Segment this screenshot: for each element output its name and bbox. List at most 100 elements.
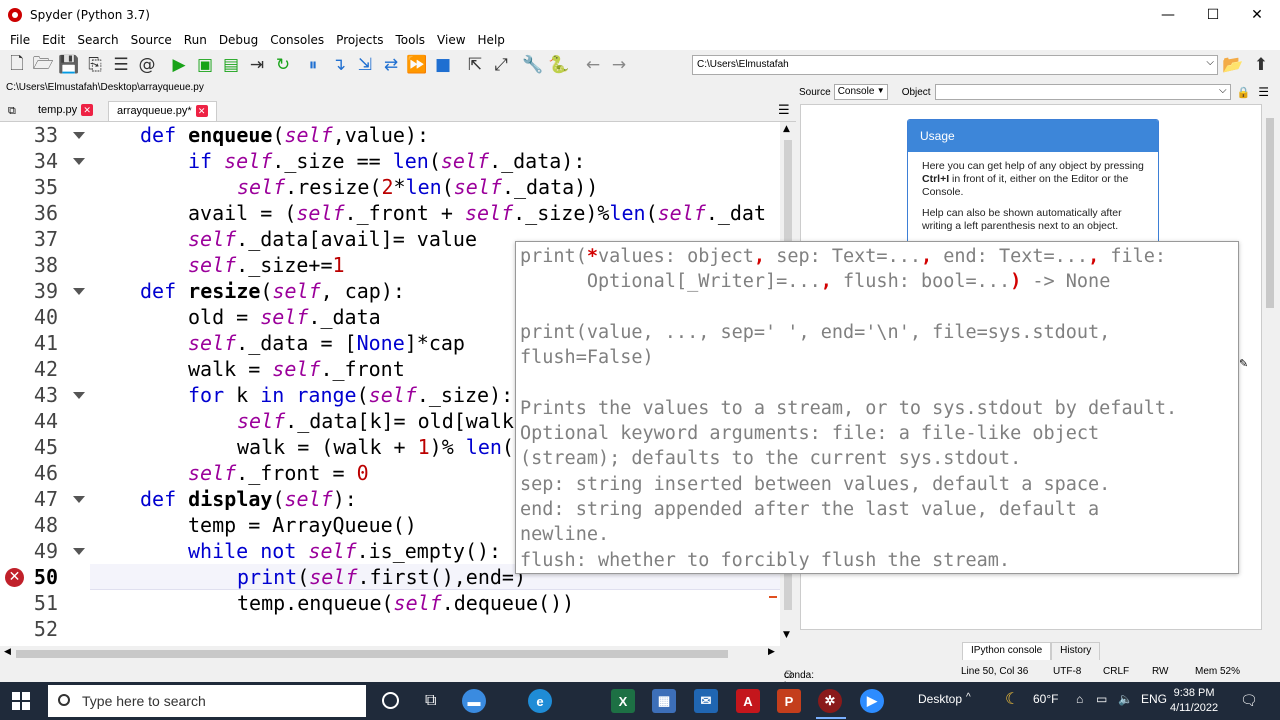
save-all-icon[interactable]: ⎘ <box>82 52 108 78</box>
stop-icon[interactable]: ■ <box>430 52 456 78</box>
run-icon[interactable]: ▶ <box>166 52 192 78</box>
menu-consoles[interactable]: Consoles <box>264 33 330 47</box>
fold-arrow-icon[interactable] <box>73 158 85 165</box>
mail-icon[interactable]: ✉ <box>694 689 718 713</box>
new-file-icon[interactable]: 🗋 <box>4 52 30 78</box>
help-options-menu-icon[interactable]: ☰ <box>1258 85 1269 99</box>
open-folder-icon[interactable]: 🗁 <box>30 52 56 78</box>
code-token: len <box>405 175 442 199</box>
forward-arrow-icon[interactable]: → <box>606 52 632 78</box>
fullscreen-icon[interactable]: ⤢ <box>488 52 514 78</box>
menu-debug[interactable]: Debug <box>213 33 264 47</box>
tab-temp-py[interactable]: temp.py ✕ <box>30 101 101 121</box>
fold-arrow-icon[interactable] <box>73 496 85 503</box>
fold-arrow-icon[interactable] <box>73 132 85 139</box>
menu-source[interactable]: Source <box>125 33 178 47</box>
close-button[interactable]: ✕ <box>1235 0 1279 30</box>
preferences-wrench-icon[interactable]: 🔧 <box>520 52 546 78</box>
chevron-up-icon[interactable]: ^ <box>966 692 971 703</box>
menu-help[interactable]: Help <box>472 33 511 47</box>
scroll-thumb[interactable] <box>16 650 728 658</box>
code-token: self <box>260 305 309 329</box>
scroll-right-icon[interactable]: ▶ <box>768 647 775 657</box>
lock-icon[interactable]: 🔒 <box>1237 86 1251 99</box>
scroll-thumb[interactable] <box>1266 118 1274 308</box>
scroll-up-icon[interactable]: ▲ <box>783 124 790 134</box>
chevron-down-icon[interactable]: ⌵ <box>1219 85 1227 96</box>
menu-file[interactable]: File <box>4 33 36 47</box>
step-return-icon[interactable]: ⇄ <box>378 52 404 78</box>
scroll-left-icon[interactable]: ◀ <box>4 647 11 657</box>
menu-run[interactable]: Run <box>178 33 213 47</box>
store-icon[interactable]: ▦ <box>652 689 676 713</box>
run-cell-advance-icon[interactable]: ▤ <box>218 52 244 78</box>
tab-arrayqueue-py[interactable]: arrayqueue.py* ✕ <box>108 101 217 121</box>
tab-history[interactable]: History <box>1051 642 1101 660</box>
calltip-doc-line: newline. <box>520 524 610 546</box>
step-into-icon[interactable]: ⇲ <box>352 52 378 78</box>
debug-icon[interactable]: ⏸ <box>300 52 326 78</box>
help-scrollbar[interactable] <box>1262 104 1278 630</box>
editor-options-menu-icon[interactable]: ☰ <box>778 103 790 118</box>
chevron-down-icon[interactable]: ⌵ <box>1206 57 1214 68</box>
weather-temp[interactable]: 60°F <box>1033 692 1058 706</box>
edge-browser-icon[interactable]: e <box>528 689 552 713</box>
minimize-button[interactable]: — <box>1146 0 1190 30</box>
windows-start-icon[interactable] <box>12 692 30 710</box>
code-token: len <box>465 435 502 459</box>
language-indicator[interactable]: ENG <box>1141 692 1167 706</box>
menu-projects[interactable]: Projects <box>330 33 389 47</box>
at-icon[interactable]: @ <box>134 52 160 78</box>
step-icon[interactable]: ↴ <box>326 52 352 78</box>
run-cell-icon[interactable]: ▣ <box>192 52 218 78</box>
working-directory-input[interactable]: C:\Users\Elmustafah ⌵ <box>692 55 1218 75</box>
run-selection-icon[interactable]: ⇥ <box>244 52 270 78</box>
volume-icon[interactable]: 🔈 <box>1118 692 1133 706</box>
menu-tools[interactable]: Tools <box>389 33 431 47</box>
close-tab-icon[interactable]: ✕ <box>81 104 94 116</box>
fold-arrow-icon[interactable] <box>73 288 85 295</box>
maximize-button[interactable]: ☐ <box>1191 0 1235 30</box>
continue-icon[interactable]: ⏩ <box>404 52 430 78</box>
editor-horizontal-scrollbar[interactable]: ◀ ▶ <box>0 646 796 662</box>
menu-search[interactable]: Search <box>71 33 124 47</box>
parent-directory-icon[interactable]: ⬆ <box>1248 52 1274 78</box>
python-path-icon[interactable]: 🐍 <box>546 52 572 78</box>
network-icon[interactable]: ⌂ <box>1076 692 1083 706</box>
browse-tabs-icon[interactable]: ⧉ <box>8 104 16 118</box>
close-tab-icon[interactable]: ✕ <box>195 105 208 117</box>
notification-icon[interactable]: 🗨 <box>1240 692 1258 709</box>
menu-edit[interactable]: Edit <box>36 33 71 47</box>
zoom-icon[interactable]: ▶ <box>860 689 884 713</box>
menu-view[interactable]: View <box>431 33 471 47</box>
spyder-taskbar-icon[interactable]: ✲ <box>818 689 842 713</box>
pin-icon[interactable]: ✎ <box>1239 357 1248 370</box>
save-icon[interactable]: 💾 <box>56 52 82 78</box>
source-select[interactable]: Console ▼ <box>833 84 888 100</box>
powerpoint-icon[interactable]: P <box>777 689 801 713</box>
acrobat-icon[interactable]: A <box>736 689 760 713</box>
weather-icon[interactable]: ☾ <box>1005 689 1019 709</box>
file-explorer-icon[interactable]: ▬ <box>462 689 486 713</box>
right-pane-tabs: IPython console History <box>962 642 1101 660</box>
fold-arrow-icon[interactable] <box>73 392 85 399</box>
clock[interactable]: 9:38 PM 4/11/2022 <box>1170 686 1218 716</box>
tab-ipython-console[interactable]: IPython console <box>962 642 1052 660</box>
browse-folder-icon[interactable]: 📂 <box>1220 52 1246 78</box>
cortana-icon[interactable] <box>382 692 399 709</box>
task-view-icon[interactable]: ⧉ <box>425 690 436 710</box>
taskbar-search-box[interactable]: Type here to search <box>48 685 366 717</box>
rerun-icon[interactable]: ↻ <box>270 52 296 78</box>
tab-label: temp.py <box>38 104 78 116</box>
back-arrow-icon[interactable]: ← <box>580 52 606 78</box>
desktop-toolbar[interactable]: Desktop <box>918 692 962 706</box>
chevron-down-icon[interactable]: ▼ <box>877 86 885 95</box>
list-icon[interactable]: ☰ <box>108 52 134 78</box>
calltip-highlight: , <box>1088 246 1111 267</box>
battery-icon[interactable]: ▭ <box>1096 692 1107 706</box>
maximize-pane-icon[interactable]: ⇱ <box>462 52 488 78</box>
fold-arrow-icon[interactable] <box>73 548 85 555</box>
object-select[interactable]: ⌵ <box>934 84 1231 100</box>
scroll-down-icon[interactable]: ▼ <box>783 630 790 640</box>
excel-icon[interactable]: X <box>611 689 635 713</box>
